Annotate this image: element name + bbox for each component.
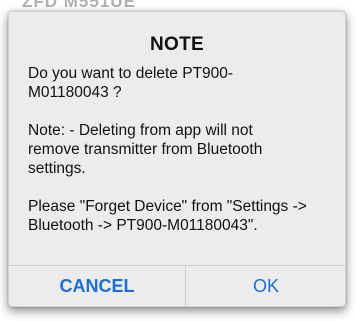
question-line-1: Do you want to delete PT900- [28,65,234,82]
instruction-line-2: Bluetooth -> PT900-M01180043". [28,217,258,234]
delete-question: Do you want to delete PT900- M01180043 ? [28,64,333,102]
note-line-1: Note: - Deleting from app will not [28,122,253,139]
ok-button[interactable]: OK [186,266,346,307]
instruction-line-1: Please "Forget Device" from "Settings -> [28,198,307,215]
question-line-2: M01180043 ? [28,84,122,101]
note-line-3: settings. [28,160,86,177]
note-text: Note: - Deleting from app will not remov… [28,121,333,178]
delete-confirmation-dialog: NOTE Do you want to delete PT900- M01180… [8,11,346,307]
forget-device-instruction: Please "Forget Device" from "Settings ->… [28,197,333,235]
cancel-button[interactable]: CANCEL [9,266,185,307]
dialog-message: Do you want to delete PT900- M01180043 ?… [28,64,333,235]
dialog-title: NOTE [150,34,204,55]
note-line-2: remove transmitter from Bluetooth [28,141,263,158]
